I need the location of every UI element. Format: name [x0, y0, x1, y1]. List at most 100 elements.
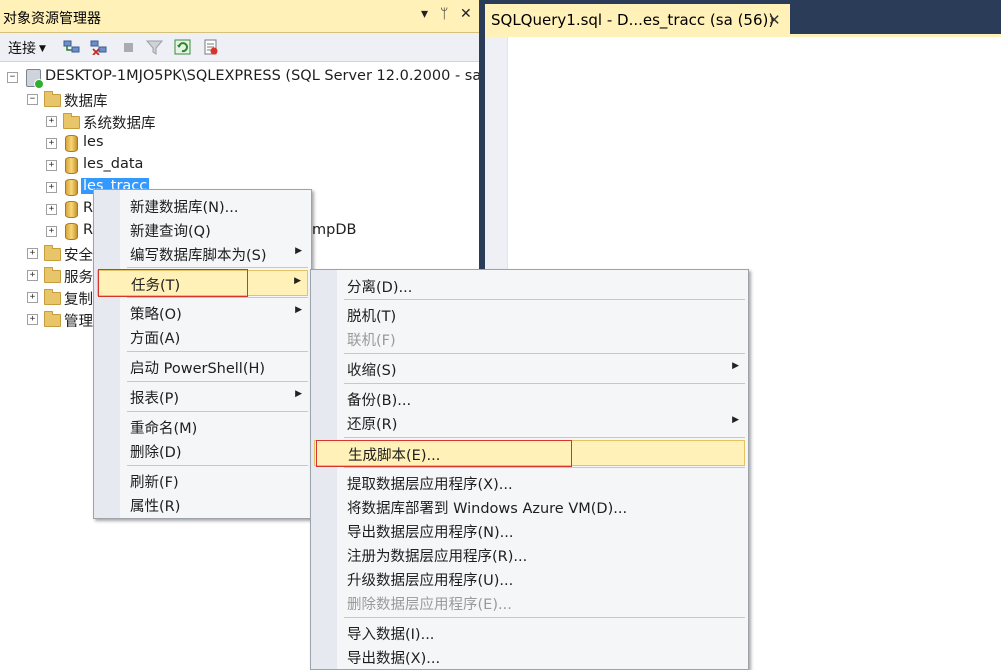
- collapse-icon[interactable]: −: [27, 94, 38, 105]
- menu-item-backup[interactable]: 备份(B)...: [314, 386, 745, 410]
- stop-icon[interactable]: [120, 39, 137, 55]
- folder-icon: [63, 113, 80, 129]
- menu-item-deploy-to-azure-vm[interactable]: 将数据库部署到 Windows Azure VM(D)...: [314, 494, 745, 518]
- menu-item-restore[interactable]: 还原(R) ▶: [314, 410, 745, 434]
- tree-node-database[interactable]: + les_data: [0, 155, 479, 175]
- menu-item-export-data-tier-app[interactable]: 导出数据层应用程序(N)...: [314, 518, 745, 542]
- disconnect-icon[interactable]: [90, 39, 107, 55]
- menu-item-label: 属性(R): [130, 499, 181, 515]
- database-icon: [65, 179, 78, 196]
- menu-item-start-powershell[interactable]: 启动 PowerShell(H): [97, 354, 308, 378]
- menu-item-label: 新建数据库(N)...: [130, 200, 239, 216]
- menu-item-label: 生成脚本(E)...: [348, 448, 441, 464]
- menu-separator: [344, 617, 745, 618]
- expand-icon[interactable]: +: [46, 204, 57, 215]
- menu-item-delete[interactable]: 删除(D): [97, 438, 308, 462]
- refresh-icon[interactable]: [174, 39, 191, 55]
- menu-item-facets[interactable]: 方面(A): [97, 324, 308, 348]
- menu-item-label: 导出数据(X)...: [347, 651, 441, 667]
- expand-icon[interactable]: +: [46, 116, 57, 127]
- database-label: R: [83, 222, 94, 238]
- menu-item-label: 注册为数据层应用程序(R)...: [347, 549, 528, 565]
- menu-item-new-database[interactable]: 新建数据库(N)...: [97, 193, 308, 217]
- menu-item-label: 编写数据库脚本为(S): [130, 248, 267, 264]
- menu-item-shrink[interactable]: 收缩(S) ▶: [314, 356, 745, 380]
- menu-item-delete-data-tier-app: 删除数据层应用程序(E)...: [314, 590, 745, 614]
- menu-item-label: 还原(R): [347, 417, 398, 433]
- menu-item-rename[interactable]: 重命名(M): [97, 414, 308, 438]
- menu-item-tasks[interactable]: 任务(T) ▶: [97, 270, 308, 296]
- menu-item-export-data[interactable]: 导出数据(X)...: [314, 644, 745, 668]
- menu-item-label: 将数据库部署到 Windows Azure VM(D)...: [347, 501, 628, 517]
- tab-sqlquery1[interactable]: SQLQuery1.sql - D...es_tracc (sa (56)) ✕: [485, 4, 790, 36]
- menu-item-take-offline[interactable]: 脱机(T): [314, 302, 745, 326]
- database-context-menu: 新建数据库(N)... 新建查询(Q) 编写数据库脚本为(S) ▶ 任务(T) ▶ …: [93, 189, 312, 519]
- expand-icon[interactable]: +: [46, 182, 57, 193]
- menu-item-bring-online: 联机(F): [314, 326, 745, 350]
- database-label: les_data: [83, 156, 144, 172]
- menu-item-script-database-as[interactable]: 编写数据库脚本为(S) ▶: [97, 241, 308, 265]
- menu-item-upgrade-data-tier-app[interactable]: 升级数据层应用程序(U)...: [314, 566, 745, 590]
- security-label: 安全: [64, 248, 93, 264]
- summary-icon[interactable]: [202, 39, 219, 55]
- connect-button[interactable]: 连接 ▼: [8, 38, 46, 58]
- collapse-icon[interactable]: −: [7, 72, 18, 83]
- menu-separator: [127, 351, 308, 352]
- expand-icon[interactable]: +: [27, 314, 38, 325]
- tree-node-databases[interactable]: − 数据库: [0, 89, 479, 110]
- expand-icon[interactable]: +: [27, 248, 38, 259]
- tab-title: SQLQuery1.sql - D...es_tracc (sa (56)): [491, 11, 775, 29]
- database-label: R: [83, 200, 94, 216]
- menu-item-generate-scripts[interactable]: 生成脚本(E)...: [314, 440, 745, 466]
- submenu-arrow-icon: ▶: [295, 305, 302, 315]
- menu-separator: [127, 411, 308, 412]
- expand-icon[interactable]: +: [46, 226, 57, 237]
- close-icon[interactable]: ✕: [460, 6, 472, 22]
- folder-icon: [44, 245, 61, 261]
- menu-item-register-data-tier-app[interactable]: 注册为数据层应用程序(R)...: [314, 542, 745, 566]
- filter-icon[interactable]: [146, 39, 163, 55]
- expand-icon[interactable]: +: [27, 270, 38, 281]
- menu-item-label: 升级数据层应用程序(U)...: [347, 573, 514, 589]
- management-label: 管理: [64, 314, 93, 330]
- tasks-submenu: 分离(D)... 脱机(T) 联机(F) 收缩(S) ▶ 备份(B)... 还原(…: [310, 269, 749, 670]
- menu-separator: [127, 465, 308, 466]
- tree-node-system-databases[interactable]: + 系统数据库: [0, 111, 479, 132]
- pin-icon[interactable]: ᛘ: [440, 6, 448, 22]
- menu-item-import-data[interactable]: 导入数据(I)...: [314, 620, 745, 644]
- menu-item-label: 删除数据层应用程序(E)...: [347, 597, 512, 613]
- tree-node-server[interactable]: − DESKTOP-1MJO5PK\SQLEXPRESS (SQL Server…: [0, 67, 481, 89]
- menu-separator: [344, 353, 745, 354]
- menu-item-label: 策略(O): [130, 307, 182, 323]
- menu-separator: [127, 381, 308, 382]
- menu-item-label: 备份(B)...: [347, 393, 412, 409]
- menu-item-label: 新建查询(Q): [130, 224, 211, 240]
- menu-separator: [344, 383, 745, 384]
- menu-item-label: 报表(P): [130, 391, 180, 407]
- expand-icon[interactable]: +: [46, 138, 57, 149]
- tree-node-database[interactable]: + les: [0, 133, 479, 153]
- menu-item-properties[interactable]: 属性(R): [97, 492, 308, 516]
- menu-separator: [344, 467, 745, 468]
- object-explorer-title: 对象资源管理器: [3, 11, 101, 27]
- menu-item-reports[interactable]: 报表(P) ▶: [97, 384, 308, 408]
- folder-icon: [44, 289, 61, 305]
- menu-item-new-query[interactable]: 新建查询(Q): [97, 217, 308, 241]
- expand-icon[interactable]: +: [27, 292, 38, 303]
- menu-separator: [127, 297, 308, 298]
- menu-item-extract-data-tier-app[interactable]: 提取数据层应用程序(X)...: [314, 470, 745, 494]
- menu-item-label: 刷新(F): [130, 475, 179, 491]
- close-icon[interactable]: ✕: [768, 11, 781, 29]
- expand-icon[interactable]: +: [46, 160, 57, 171]
- folder-icon: [44, 311, 61, 327]
- submenu-arrow-icon: ▶: [295, 389, 302, 399]
- connect-object-icon[interactable]: [63, 39, 80, 55]
- menu-item-detach[interactable]: 分离(D)...: [314, 273, 745, 297]
- database-icon: [65, 223, 78, 240]
- menu-item-label: 重命名(M): [130, 421, 198, 437]
- submenu-arrow-icon: ▶: [294, 276, 301, 286]
- menu-item-refresh[interactable]: 刷新(F): [97, 468, 308, 492]
- menu-item-policies[interactable]: 策略(O) ▶: [97, 300, 308, 324]
- window-position-dropdown-icon[interactable]: ▾: [421, 6, 428, 22]
- submenu-arrow-icon: ▶: [732, 415, 739, 425]
